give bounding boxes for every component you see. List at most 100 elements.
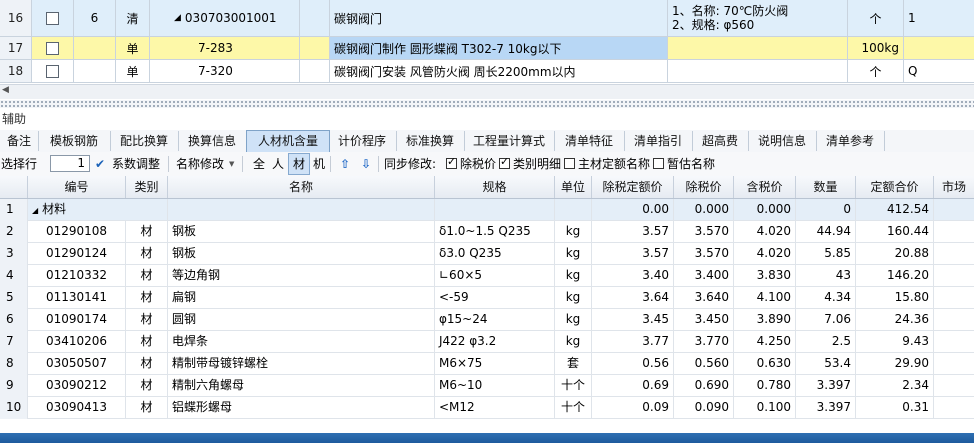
- material-code[interactable]: 01290124: [28, 243, 126, 265]
- material-tax-excl-price[interactable]: 3.640: [674, 287, 734, 309]
- row-name[interactable]: 碳钢阀门安装 风管防火阀 周长2200mm以内: [330, 60, 668, 82]
- move-up-icon[interactable]: ⇧: [340, 152, 350, 176]
- name-modify-dropdown[interactable]: 名称修改: [176, 152, 224, 176]
- panel-splitter[interactable]: [0, 100, 974, 108]
- material-tax-incl-price[interactable]: 4.100: [734, 287, 796, 309]
- material-spec[interactable]: M6×75: [435, 353, 555, 375]
- filter-machine-button[interactable]: 机: [313, 152, 325, 176]
- material-tax-excl-price[interactable]: 3.570: [674, 243, 734, 265]
- tab-mix-conversion[interactable]: 配比换算: [110, 131, 179, 151]
- material-code[interactable]: 01130141: [28, 287, 126, 309]
- filter-labor-button[interactable]: 人: [272, 152, 284, 176]
- row-checkbox-cell[interactable]: [32, 60, 74, 82]
- material-code[interactable]: 03090212: [28, 375, 126, 397]
- coef-adjust-button[interactable]: 系数调整: [112, 152, 160, 176]
- row-description[interactable]: [668, 37, 848, 59]
- material-tax-incl-price[interactable]: 0.100: [734, 397, 796, 419]
- tab-template-rebar[interactable]: 模板钢筋: [38, 131, 111, 151]
- header-code[interactable]: 编号: [28, 176, 126, 198]
- material-market-cell[interactable]: [934, 353, 974, 375]
- collapse-triangle-icon[interactable]: ◢: [174, 13, 181, 23]
- row-checkbox[interactable]: [46, 11, 59, 25]
- table-row[interactable]: 17 单 7-283 碳钢阀门制作 圆形蝶阀 T302-7 10kg以下 100…: [0, 37, 974, 60]
- group-label-cell[interactable]: ◢ 材料: [28, 199, 168, 221]
- material-code[interactable]: 01090174: [28, 309, 126, 331]
- material-quantity[interactable]: 2.5: [796, 331, 856, 353]
- select-row-input[interactable]: 1: [50, 155, 90, 172]
- material-tax-incl-price[interactable]: 4.020: [734, 221, 796, 243]
- table-row[interactable]: 6 01090174 材圆钢 φ15~24 kg 3.45 3.450 3.890 7.06 24…: [0, 309, 974, 331]
- tab-quantity-formula[interactable]: 工程量计算式: [464, 131, 555, 151]
- material-quantity[interactable]: 4.34: [796, 287, 856, 309]
- tab-pricing-procedure[interactable]: 计价程序: [328, 131, 397, 151]
- material-quantity[interactable]: 3.397: [796, 397, 856, 419]
- category-detail-checkbox[interactable]: [499, 155, 510, 169]
- material-spec[interactable]: δ3.0 Q235: [435, 243, 555, 265]
- material-name[interactable]: 精制带母镀锌螺栓: [168, 353, 435, 375]
- header-market[interactable]: 市场: [934, 176, 974, 198]
- material-name[interactable]: 精制六角螺母: [168, 375, 435, 397]
- material-name[interactable]: 等边角钢: [168, 265, 435, 287]
- material-market-cell[interactable]: [934, 221, 974, 243]
- row-checkbox-cell[interactable]: [32, 37, 74, 59]
- tab-remarks[interactable]: 备注: [0, 131, 39, 151]
- material-spec[interactable]: ∟60×5: [435, 265, 555, 287]
- material-market-cell[interactable]: [934, 265, 974, 287]
- material-tax-excl-price[interactable]: 0.090: [674, 397, 734, 419]
- collapse-triangle-icon[interactable]: ◢: [32, 206, 38, 215]
- table-row[interactable]: 5 01130141 材扁钢 <-59 kg 3.64 3.640 4.100 4.34 15.8…: [0, 287, 974, 309]
- row-code-cell[interactable]: ◢ 030703001001: [150, 0, 300, 36]
- material-quantity[interactable]: 43: [796, 265, 856, 287]
- material-code[interactable]: 03410206: [28, 331, 126, 353]
- table-row[interactable]: 10 03090413 材铝蝶形螺母 <M12 十个 0.09 0.090 0.100 3.39…: [0, 397, 974, 419]
- row-name[interactable]: 碳钢阀门制作 圆形蝶阀 T302-7 10kg以下: [330, 37, 668, 59]
- temp-estimate-name-checkbox[interactable]: [653, 158, 664, 169]
- row-code[interactable]: 7-320: [150, 60, 300, 82]
- filter-all-button[interactable]: 全: [253, 152, 265, 176]
- table-row[interactable]: 2 01290108 材钢板 δ1.0~1.5 Q235 kg 3.57 3.570 4.02…: [0, 221, 974, 243]
- main-material-quota-name-checkbox[interactable]: [564, 158, 575, 169]
- tab-height-fee[interactable]: 超高费: [692, 131, 749, 151]
- table-row[interactable]: 16 6 清 ◢ 030703001001 碳钢阀门 1、名称: 70℃防火阀 …: [0, 0, 974, 37]
- material-tax-incl-price[interactable]: 3.830: [734, 265, 796, 287]
- material-tax-excl-price[interactable]: 0.690: [674, 375, 734, 397]
- material-tax-incl-price[interactable]: 4.250: [734, 331, 796, 353]
- material-quantity[interactable]: 44.94: [796, 221, 856, 243]
- table-row[interactable]: 4 01210332 材等边角钢 ∟60×5 kg 3.40 3.400 3.830 43 146…: [0, 265, 974, 287]
- material-tax-excl-price[interactable]: 3.400: [674, 265, 734, 287]
- checkmark-icon[interactable]: ✔: [95, 152, 105, 176]
- row-quantity[interactable]: Q: [904, 60, 974, 82]
- tab-bill-reference[interactable]: 清单参考: [816, 131, 885, 151]
- material-spec[interactable]: M6~10: [435, 375, 555, 397]
- table-row[interactable]: 3 01290124 材钢板 δ3.0 Q235 kg 3.57 3.570 4.020 5.8…: [0, 243, 974, 265]
- row-checkbox[interactable]: [46, 64, 59, 78]
- material-code[interactable]: 03050507: [28, 353, 126, 375]
- table-row[interactable]: 18 单 7-320 碳钢阀门安装 风管防火阀 周长2200mm以内 个 Q: [0, 60, 974, 83]
- material-market-cell[interactable]: [934, 309, 974, 331]
- table-row[interactable]: 8 03050507 材精制带母镀锌螺栓 M6×75 套 0.56 0.560 0.630 53…: [0, 353, 974, 375]
- row-name[interactable]: 碳钢阀门: [330, 0, 668, 36]
- material-tax-excl-price[interactable]: 3.570: [674, 221, 734, 243]
- scroll-left-arrow-icon[interactable]: ◀: [2, 85, 9, 95]
- header-name[interactable]: 名称: [168, 176, 435, 198]
- material-market-cell[interactable]: [934, 287, 974, 309]
- material-spec[interactable]: <M12: [435, 397, 555, 419]
- table-row[interactable]: 7 03410206 材电焊条 J422 φ3.2 kg 3.77 3.770 4.250 2.…: [0, 331, 974, 353]
- material-tax-excl-price[interactable]: 3.450: [674, 309, 734, 331]
- header-tax-incl-price[interactable]: 含税价: [734, 176, 796, 198]
- header-quantity[interactable]: 数量: [796, 176, 856, 198]
- material-name[interactable]: 扁钢: [168, 287, 435, 309]
- material-market-cell[interactable]: [934, 243, 974, 265]
- chevron-down-icon[interactable]: ▼: [229, 152, 234, 176]
- material-spec[interactable]: φ15~24: [435, 309, 555, 331]
- material-code[interactable]: 01210332: [28, 265, 126, 287]
- header-quota-total[interactable]: 定额合价: [856, 176, 934, 198]
- material-tax-incl-price[interactable]: 3.890: [734, 309, 796, 331]
- table-row-group[interactable]: 1 ◢ 材料 0.00 0.000 0.000 0 412.54: [0, 199, 974, 221]
- row-quantity[interactable]: 1: [904, 0, 974, 36]
- material-code[interactable]: 01290108: [28, 221, 126, 243]
- horizontal-scrollbar[interactable]: ◀: [0, 84, 974, 99]
- material-quantity[interactable]: 3.397: [796, 375, 856, 397]
- row-checkbox-cell[interactable]: [32, 0, 74, 36]
- row-checkbox[interactable]: [46, 41, 59, 55]
